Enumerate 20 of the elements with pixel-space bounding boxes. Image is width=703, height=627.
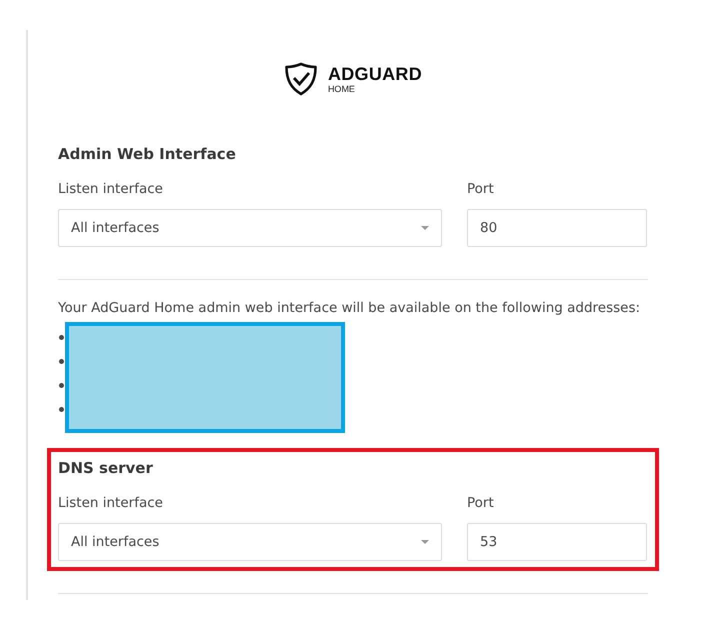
field-label: Listen interface [58,494,164,512]
bullet-icon [59,334,64,340]
bullet-icon [59,358,64,364]
field-label: Listen interface [58,180,164,198]
field-label: Port [467,494,495,512]
interface-dropdown[interactable]: All interfaces [58,209,442,247]
caret-icon [421,226,429,230]
port-field[interactable]: 80 [467,209,647,247]
field-label: Port [467,180,495,198]
shield-check-icon [284,62,318,96]
port-field[interactable]: 53 [467,523,647,561]
addresses-note: Your AdGuard Home admin web interface will be available on the following addresses: [58,299,642,318]
section-title: Admin Web Interface [58,144,237,164]
section-title: DNS server [58,458,154,478]
caret-icon [421,540,429,544]
logo-subtitle: HOME [328,84,356,94]
bullet-icon [59,382,64,388]
interface-dropdown[interactable]: All interfaces [58,523,442,561]
logo-name: ADGUARD [328,64,422,84]
bullet-icon [59,406,64,412]
